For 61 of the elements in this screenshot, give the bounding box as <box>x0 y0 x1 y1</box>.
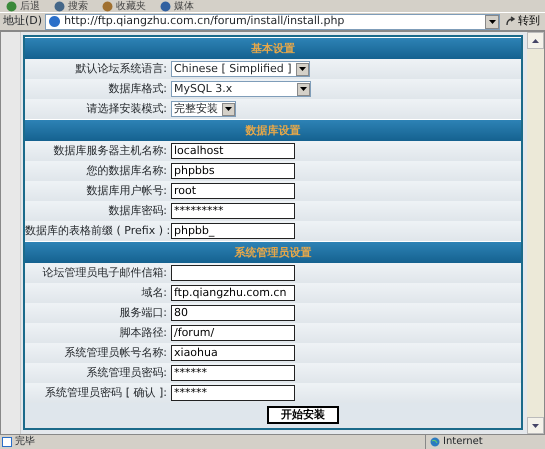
input-field[interactable]: ********* <box>171 203 295 219</box>
zone-text: Internet <box>443 435 483 449</box>
field-label: 数据库密码: <box>107 202 168 219</box>
input-field[interactable]: phpbb_ <box>171 223 295 239</box>
circle-icon <box>54 1 65 12</box>
install-button[interactable]: 开始安装 <box>267 406 339 424</box>
field-label: 数据库用户帐号: <box>85 182 168 199</box>
caret-icon <box>532 38 539 42</box>
input-field[interactable]: xiaohua <box>171 345 295 361</box>
circle-icon <box>6 1 17 12</box>
caret-icon <box>298 67 306 71</box>
input-field[interactable]: phpbbs <box>171 163 295 179</box>
scroll-down-button[interactable] <box>527 417 544 434</box>
go-button[interactable]: 转到 <box>503 13 542 30</box>
field-label: 域名: <box>140 284 168 301</box>
input-field[interactable]: ftp.qiangzhu.com.cn <box>171 285 295 301</box>
caret-icon <box>300 87 307 91</box>
field-label: 系统管理员密码 [ 确认 ]: <box>44 384 168 401</box>
toolbar-button[interactable]: 后退 <box>6 1 40 12</box>
field-label: 系统管理员帐号名称: <box>63 344 168 361</box>
caret-icon <box>225 107 232 111</box>
toolbar-button[interactable]: 媒体 <box>160 1 194 12</box>
select-field[interactable]: Chinese [ Simplified ] <box>171 61 310 77</box>
input-field[interactable]: root <box>171 183 295 199</box>
field-label: 数据库格式: <box>107 80 168 97</box>
page-icon <box>48 15 62 28</box>
caret-icon <box>532 424 539 428</box>
circle-icon <box>160 1 171 12</box>
field-label: 您的数据库名称: <box>85 162 168 179</box>
field-label: 系统管理员密码: <box>85 364 168 381</box>
dropdown-button[interactable] <box>485 14 499 28</box>
input-field[interactable]: 80 <box>171 305 295 321</box>
toolbar-button[interactable]: 搜索 <box>54 1 88 12</box>
field-label: 数据库的表格前缀 ( Prefix ) : <box>25 222 171 239</box>
status-text: 完毕 <box>15 434 35 449</box>
input-field[interactable]: localhost <box>171 143 295 159</box>
field-label: 服务端口: <box>118 304 168 321</box>
input-field[interactable]: ****** <box>171 385 295 401</box>
select-field[interactable]: 完整安装 <box>171 101 236 117</box>
section-header: 基本设置 <box>25 37 521 59</box>
circle-icon <box>102 1 113 12</box>
section-header: 系统管理员设置 <box>25 241 521 263</box>
input-field[interactable]: /forum/ <box>171 325 295 341</box>
address-label: 地址(D) <box>3 13 42 30</box>
field-label: 脚本路径: <box>118 324 168 341</box>
section-header: 数据库设置 <box>25 119 521 141</box>
globe-icon <box>430 436 440 446</box>
caret-icon <box>488 20 496 24</box>
scroll-up-button[interactable] <box>527 32 544 49</box>
select-field[interactable]: MySQL 3.x <box>171 81 311 97</box>
field-label: 请选择安装模式: <box>85 100 168 117</box>
toolbar-button[interactable]: 收藏夹 <box>102 1 146 12</box>
arrow-icon <box>505 16 516 27</box>
field-label: 数据库服务器主机名称: <box>52 142 168 159</box>
field-label: 论坛管理员电子邮件信箱: <box>41 264 168 281</box>
scrollbar[interactable] <box>527 32 544 434</box>
input-field[interactable]: ****** <box>171 365 295 381</box>
address-field[interactable]: http://ftp.qiangzhu.com.cn/forum/install/install.php <box>45 14 500 30</box>
page-icon <box>2 436 12 446</box>
field-label: 默认论坛系统语言: <box>74 60 168 77</box>
input-field[interactable] <box>171 265 295 281</box>
